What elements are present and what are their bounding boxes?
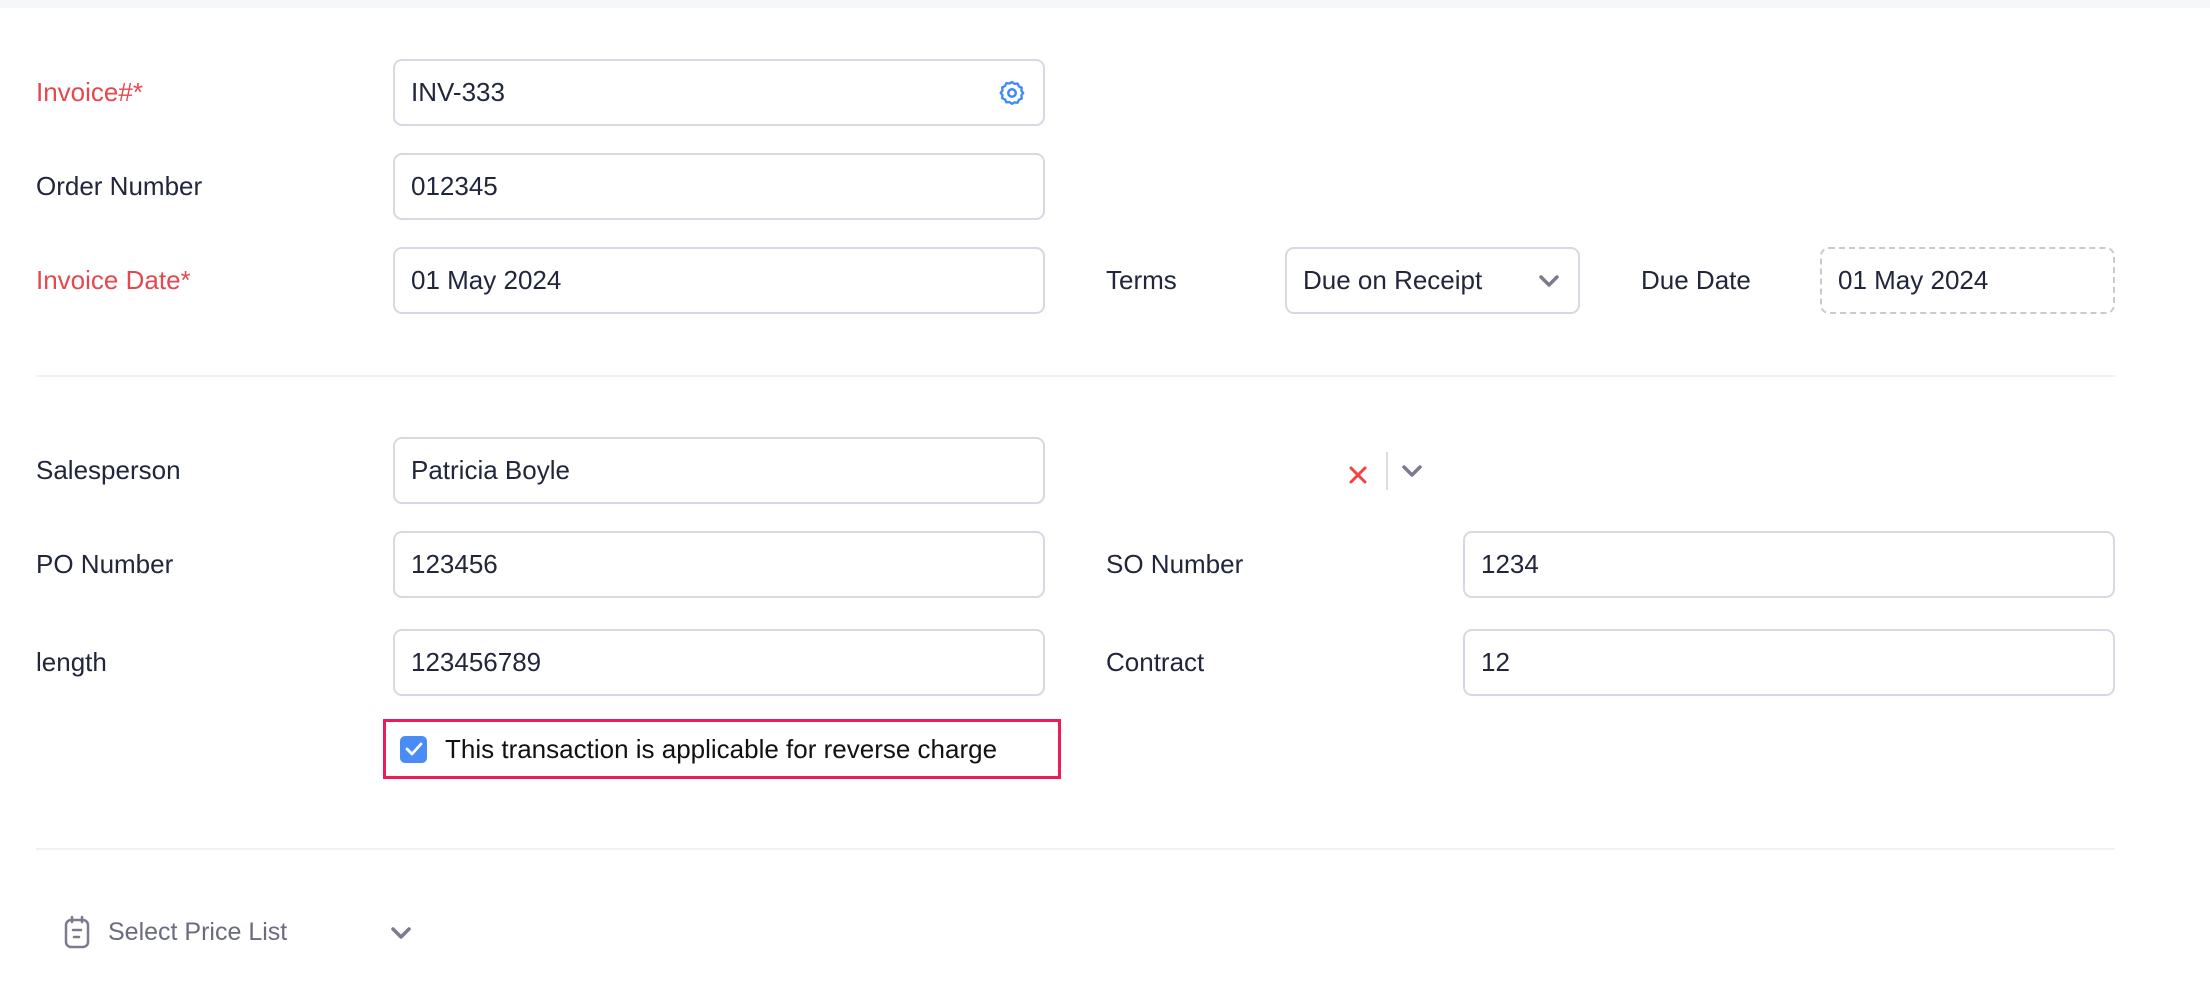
salesperson-label: Salesperson (36, 455, 181, 485)
po-number-value: 123456 (411, 549, 498, 579)
section-divider (36, 848, 2115, 850)
terms-value: Due on Receipt (1303, 265, 1483, 295)
due-date-input[interactable]: 01 May 2024 (1820, 247, 2115, 314)
reverse-charge-checkbox[interactable] (400, 735, 427, 763)
contract-value: 12 (1481, 647, 1510, 677)
check-icon (405, 742, 422, 756)
length-input[interactable]: 123456789 (393, 629, 1045, 696)
terms-select[interactable]: Due on Receipt (1285, 247, 1580, 314)
chevron-down-icon[interactable] (1538, 274, 1560, 288)
invoice-number-label: Invoice#* (36, 77, 143, 107)
due-date-value: 01 May 2024 (1838, 265, 1989, 295)
order-number-input[interactable]: 012345 (393, 153, 1045, 220)
close-icon[interactable] (1348, 461, 1368, 483)
so-number-label: SO Number (1106, 549, 1244, 579)
contract-input[interactable]: 12 (1463, 629, 2115, 696)
contract-label: Contract (1106, 647, 1205, 677)
so-number-value: 1234 (1481, 549, 1539, 579)
length-label: length (36, 647, 107, 677)
invoice-number-value: INV-333 (411, 77, 505, 107)
price-list-select[interactable]: Select Price List (64, 912, 411, 952)
section-divider (36, 375, 2115, 377)
due-date-label: Due Date (1641, 265, 1751, 295)
salesperson-select[interactable]: Patricia Boyle (393, 437, 1422, 504)
gear-icon[interactable] (997, 78, 1027, 108)
po-number-label: PO Number (36, 549, 174, 579)
price-list-placeholder: Select Price List (108, 917, 288, 946)
so-number-input[interactable]: 1234 (1463, 531, 2115, 598)
po-number-input[interactable]: 123456 (393, 531, 1045, 598)
chevron-down-icon[interactable] (390, 926, 412, 940)
chevron-down-icon[interactable] (1401, 464, 1423, 478)
reverse-charge-highlight: This transaction is applicable for rever… (383, 719, 1061, 779)
invoice-date-value: 01 May 2024 (411, 265, 562, 295)
reverse-charge-label[interactable]: This transaction is applicable for rever… (445, 734, 997, 765)
select-separator (1386, 452, 1388, 490)
order-number-label: Order Number (36, 171, 203, 201)
terms-label: Terms (1106, 265, 1177, 295)
length-value: 123456789 (411, 647, 542, 677)
invoice-date-input[interactable]: 01 May 2024 (393, 247, 1045, 314)
invoice-number-input[interactable]: INV-333 (393, 59, 1045, 126)
clipboard-icon (64, 915, 90, 949)
salesperson-value: Patricia Boyle (411, 455, 570, 485)
top-bar (0, 0, 2210, 8)
invoice-date-label: Invoice Date* (36, 265, 191, 295)
order-number-value: 012345 (411, 171, 498, 201)
